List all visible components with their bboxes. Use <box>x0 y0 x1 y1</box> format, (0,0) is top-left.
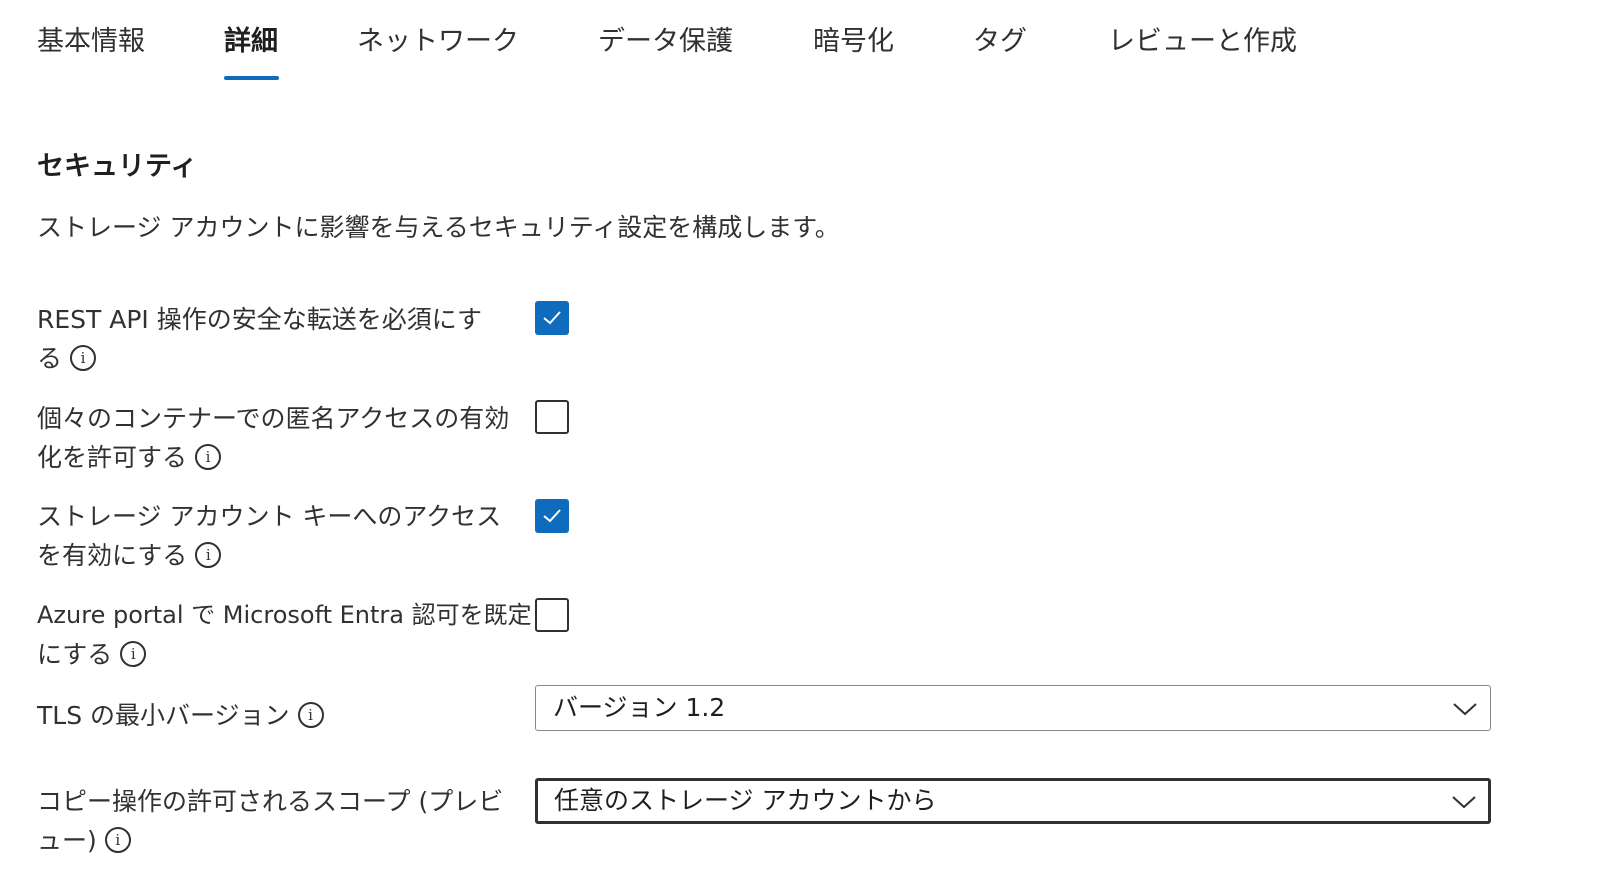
setting-label-line1: ストレージ アカウント キーへのアクセス <box>37 502 502 531</box>
section-title: セキュリティ <box>37 151 198 182</box>
account-key-access-checkbox[interactable] <box>535 499 569 533</box>
tls-version-value: バージョン 1.2 <box>553 693 726 722</box>
info-icon[interactable]: i <box>297 702 324 728</box>
copy-scope-value: 任意のストレージ アカウントから <box>554 786 937 815</box>
copy-scope-dropdown[interactable]: 任意のストレージ アカウントから <box>535 778 1491 824</box>
setting-label-line2: るi <box>37 339 532 378</box>
tls-version-dropdown[interactable]: バージョン 1.2 <box>535 685 1491 731</box>
chevron-down-icon <box>1453 703 1477 716</box>
tab-advanced[interactable]: 詳細 <box>224 20 278 64</box>
info-icon[interactable]: i <box>120 641 147 667</box>
info-icon[interactable]: i <box>195 444 222 470</box>
setting-anonymous-access-label: 個々のコンテナーでの匿名アクセスの有効 化を許可する i <box>37 399 532 477</box>
tab-encryption[interactable]: 暗号化 <box>813 20 894 64</box>
setting-label-line1: コピー操作の許可されるスコープ (プレビ <box>37 787 504 816</box>
tab-basics[interactable]: 基本情報 <box>37 20 145 64</box>
setting-account-key-access-label: ストレージ アカウント キーへのアクセス を有効にする i <box>37 497 532 575</box>
secure-transfer-checkbox[interactable] <box>535 301 569 335</box>
setting-label-line1: Azure portal で Microsoft Entra 認可を既定 <box>37 601 532 629</box>
storage-account-create-page: 基本情報 詳細 ネットワーク データ保護 暗号化 タグ レビューと作成 セキュリ… <box>0 0 1600 885</box>
setting-label-line2: にする i <box>37 635 537 674</box>
tab-tags[interactable]: タグ <box>973 20 1027 64</box>
setting-label-line2: 化を許可する i <box>37 438 532 477</box>
tab-networking[interactable]: ネットワーク <box>357 20 519 64</box>
setting-secure-transfer-label: REST API 操作の安全な転送を必須にす るi <box>37 300 532 378</box>
anonymous-access-checkbox[interactable] <box>535 400 569 434</box>
info-icon[interactable]: i <box>195 542 222 568</box>
setting-label-line1: 個々のコンテナーでの匿名アクセスの有効 <box>37 404 510 433</box>
tab-data-protection[interactable]: データ保護 <box>598 20 733 64</box>
section-description: ストレージ アカウントに影響を与えるセキュリティ設定を構成します。 <box>37 213 840 242</box>
checkmark-icon <box>543 311 561 325</box>
setting-label-line2: を有効にする i <box>37 536 532 575</box>
chevron-down-icon <box>1452 796 1476 809</box>
tls-version-label: TLS の最小バージョン i <box>37 696 532 735</box>
setting-label-line1: REST API 操作の安全な転送を必須にす <box>37 305 483 334</box>
setting-entra-default-label: Azure portal で Microsoft Entra 認可を既定 にする… <box>37 596 537 674</box>
info-icon[interactable]: i <box>104 827 131 853</box>
checkmark-icon <box>543 509 561 523</box>
active-tab-indicator <box>224 76 279 80</box>
copy-scope-label: コピー操作の許可されるスコープ (プレビ ュー) i <box>37 782 532 860</box>
tab-review-create[interactable]: レビューと作成 <box>1108 20 1297 64</box>
entra-default-checkbox[interactable] <box>535 598 569 632</box>
setting-label-line2: ュー) i <box>37 821 532 860</box>
info-icon[interactable]: i <box>70 345 97 371</box>
